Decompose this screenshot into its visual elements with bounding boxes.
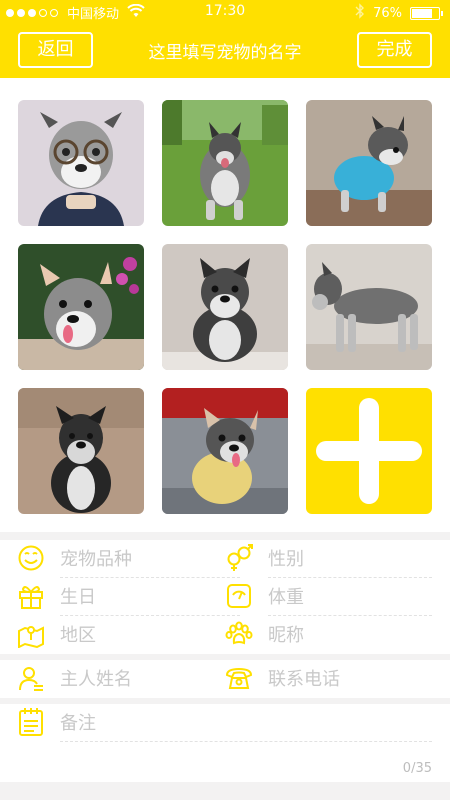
gender-icon — [224, 543, 254, 573]
phone-label: 联系电话 — [268, 669, 340, 690]
photo-schnauzer-sitting — [162, 244, 288, 370]
photo-schnauzer-glasses — [18, 100, 144, 226]
photo-schnauzer-yellow-shirt — [162, 388, 288, 514]
photo-schnauzer-flowers — [18, 244, 144, 370]
photo-schnauzer-standing — [306, 244, 432, 370]
status-bar: 中国移动 17:30 76% — [0, 0, 450, 22]
battery-icon — [410, 6, 443, 20]
gender-label: 性别 — [268, 549, 304, 570]
region-label: 地区 — [60, 625, 96, 646]
nav-bar: 返回 这里填写宠物的名字 完成 — [0, 22, 450, 78]
page-title[interactable]: 这里填写宠物的名字 — [100, 38, 350, 63]
photo-tile[interactable] — [18, 100, 144, 226]
breed-label: 宠物品种 — [60, 549, 132, 570]
photo-schnauzer-running — [162, 100, 288, 226]
birthday-field[interactable]: 生日 — [16, 578, 96, 614]
owner-name-field[interactable]: 主人姓名 — [16, 660, 132, 696]
smiley-icon — [16, 543, 46, 573]
note-counter: 0/35 — [402, 761, 432, 776]
back-button[interactable]: 返回 — [18, 32, 93, 68]
photo-schnauzer-blue-shirt — [306, 100, 432, 226]
gift-icon — [16, 581, 46, 611]
photo-grid — [0, 78, 450, 532]
phone-field[interactable]: 联系电话 — [224, 660, 340, 696]
add-photo-button[interactable] — [306, 388, 432, 514]
note-label: 备注 — [60, 713, 96, 734]
region-field[interactable]: 地区 — [16, 616, 96, 652]
owner-name-label: 主人姓名 — [60, 669, 132, 690]
person-icon — [16, 663, 46, 693]
note-field[interactable]: 备注 — [16, 704, 96, 740]
photo-schnauzer-sofa — [18, 388, 144, 514]
photo-tile[interactable] — [306, 100, 432, 226]
photo-tile[interactable] — [162, 100, 288, 226]
gender-field[interactable]: 性别 — [224, 540, 304, 576]
plus-bar-vertical — [359, 398, 379, 504]
bottom-bar — [0, 782, 450, 800]
map-icon — [16, 619, 46, 649]
nickname-field[interactable]: 昵称 — [224, 616, 304, 652]
photo-tile[interactable] — [162, 244, 288, 370]
nickname-label: 昵称 — [268, 625, 304, 646]
photo-tile[interactable] — [18, 388, 144, 514]
paw-icon — [224, 619, 254, 649]
field-divider — [60, 741, 432, 742]
battery-level — [412, 8, 432, 18]
scale-icon — [224, 581, 254, 611]
weight-field[interactable]: 体重 — [224, 578, 304, 614]
section-separator — [0, 532, 450, 540]
status-right: 76% — [355, 3, 443, 23]
phone-icon — [224, 663, 254, 693]
bluetooth-icon — [355, 3, 365, 23]
weight-label: 体重 — [268, 587, 304, 608]
photo-tile[interactable] — [162, 388, 288, 514]
photo-tile[interactable] — [306, 244, 432, 370]
birthday-label: 生日 — [60, 587, 96, 608]
notepad-icon — [16, 707, 46, 737]
breed-field[interactable]: 宠物品种 — [16, 540, 132, 576]
photo-tile[interactable] — [18, 244, 144, 370]
done-button[interactable]: 完成 — [357, 32, 432, 68]
battery-percent: 76% — [373, 5, 402, 21]
